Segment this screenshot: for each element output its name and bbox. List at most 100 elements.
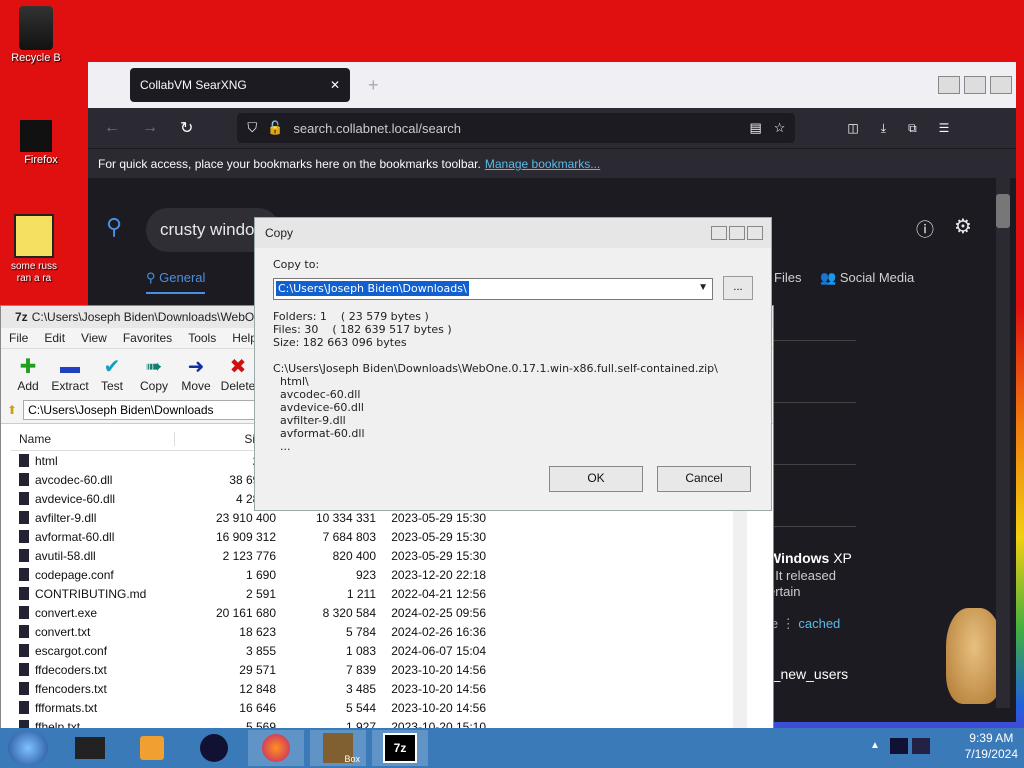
lock-icon: 🔓 — [267, 120, 284, 135]
maximize-icon[interactable] — [964, 76, 986, 94]
taskbar-app-firefox[interactable] — [248, 730, 304, 766]
table-row[interactable]: ffencoders.txt 12 848 3 485 2023-10-20 14:5… — [11, 679, 746, 698]
file-modified: 2023-05-29 15:30 — [391, 529, 486, 544]
file-name: avfilter-9.dll — [35, 510, 97, 525]
destination-combo[interactable]: C:\Users\Joseph Biden\Downloads\ ▼ — [273, 278, 713, 300]
menu-icon[interactable]: ☰ — [939, 121, 950, 135]
close-icon[interactable]: ✕ — [330, 78, 340, 92]
bookmarks-toolbar: For quick access, place your bookmarks h… — [88, 148, 1016, 179]
plus-icon: ✚ — [19, 356, 37, 378]
network-icon[interactable] — [890, 738, 908, 754]
menu-edit[interactable]: Edit — [36, 331, 73, 345]
reader-icon[interactable]: ▤ — [749, 120, 761, 136]
url-bar[interactable]: ⛉ 🔓 search.collabnet.local/search ▤ ☆ — [237, 113, 796, 143]
tab-general[interactable]: ⚲ General — [146, 270, 206, 294]
move-button[interactable]: ➜ Move — [175, 355, 217, 397]
tray-arrow-icon[interactable]: ▲ — [870, 740, 880, 751]
table-row[interactable]: CONTRIBUTING.md 2 591 1 211 2022-04-21 12:5… — [11, 584, 746, 603]
copy-to-label: Copy to: — [273, 258, 320, 271]
desktop-icon-firefox[interactable]: Firefox — [6, 120, 66, 166]
extensions-icon[interactable]: ⧉ — [908, 121, 917, 136]
extract-button[interactable]: ▬ Extract — [49, 355, 91, 397]
file-size: 3 855 — [245, 643, 276, 658]
maximize-icon[interactable] — [729, 226, 745, 240]
table-row[interactable]: codepage.conf 1 690 923 2023-12-20 22:18 — [11, 565, 746, 584]
pocket-icon[interactable]: ◫ — [847, 121, 858, 135]
reload-icon[interactable]: ↻ — [180, 118, 193, 138]
table-row[interactable]: convert.exe 20 161 680 8 320 584 2024-02-25… — [11, 603, 746, 622]
file-packed-size: 5 544 — [345, 700, 376, 715]
file-name: avdevice-60.dll — [35, 491, 116, 506]
table-row[interactable]: escargot.conf 3 855 1 083 2024-06-07 15:04 — [11, 641, 746, 660]
column-size[interactable]: Si — [175, 432, 255, 446]
minimize-icon[interactable] — [938, 76, 960, 94]
menu-file[interactable]: File — [1, 331, 36, 345]
desktop-icon-russian[interactable]: some russ ran a ra — [4, 214, 64, 284]
ok-button[interactable]: OK — [549, 466, 643, 492]
taskbar-app-media[interactable] — [124, 730, 180, 766]
bookmarks-hint: For quick access, place your bookmarks h… — [98, 157, 481, 171]
browser-tab[interactable]: CollabVM SearXNG ✕ — [130, 68, 350, 102]
scrollbar-thumb[interactable] — [996, 194, 1010, 228]
add-button[interactable]: ✚ Add — [7, 355, 49, 397]
copy-button[interactable]: ➠ Copy — [133, 355, 175, 397]
file-name-cell: convert.txt — [11, 625, 179, 639]
forward-icon[interactable]: → — [142, 119, 158, 137]
close-icon[interactable] — [747, 226, 763, 240]
taskbar-app-globe[interactable] — [186, 730, 242, 766]
taskbar-app-7zip[interactable]: 7z — [372, 730, 428, 766]
volume-icon[interactable] — [912, 738, 930, 754]
dialog-title: Copy — [265, 226, 294, 240]
table-row[interactable]: ffformats.txt 16 646 5 544 2023-10-20 14:56 — [11, 698, 746, 717]
file-icon — [19, 644, 29, 657]
file-name-cell: avdevice-60.dll — [11, 492, 179, 506]
media-player-icon — [140, 736, 164, 760]
cancel-button[interactable]: Cancel — [657, 466, 751, 492]
table-row[interactable]: convert.txt 18 623 5 784 2024-02-26 16:36 — [11, 622, 746, 641]
tab-files[interactable]: Files — [774, 270, 801, 285]
taskbar: Box 7z ▲ 9:39 AM 7/19/2024 — [0, 728, 1024, 768]
tab-social-media[interactable]: 👥 Social Media — [820, 270, 914, 286]
delete-button[interactable]: ✖ Delete — [217, 355, 259, 397]
file-name-cell: avfilter-9.dll — [11, 511, 179, 525]
menu-view[interactable]: View — [73, 331, 115, 345]
firefox-icon — [20, 120, 52, 152]
table-row[interactable]: avformat-60.dll 16 909 312 7 684 803 2023-0… — [11, 527, 746, 546]
navigation-bar: ← → ↻ ⛉ 🔓 search.collabnet.local/search … — [88, 108, 1016, 148]
minimize-icon[interactable] — [711, 226, 727, 240]
page-scrollbar[interactable] — [996, 178, 1010, 708]
recycle-bin-icon — [19, 6, 53, 50]
table-row[interactable]: ffdecoders.txt 29 571 7 839 2023-10-20 14:5… — [11, 660, 746, 679]
taskbar-app-box[interactable]: Box — [310, 730, 366, 766]
back-icon[interactable]: ← — [104, 119, 120, 137]
menu-favorites[interactable]: Favorites — [115, 331, 180, 345]
menu-tools[interactable]: Tools — [180, 331, 224, 345]
clock[interactable]: 9:39 AM 7/19/2024 — [965, 730, 1018, 762]
result-bottom[interactable]: r_new_users — [768, 666, 848, 682]
file-modified: 2023-05-29 15:30 — [391, 548, 486, 563]
file-name-cell: html — [11, 454, 179, 468]
info-icon[interactable]: ⓘ — [916, 216, 934, 242]
star-icon[interactable]: ☆ — [774, 120, 786, 136]
new-tab-icon[interactable]: + — [368, 75, 379, 96]
gear-icon[interactable]: ⚙ — [954, 214, 972, 239]
tab-title: CollabVM SearXNG — [140, 78, 247, 92]
desktop-icon-recycle-bin[interactable]: Recycle B — [6, 6, 66, 64]
start-button[interactable] — [8, 730, 48, 766]
people-icon: 👥 — [820, 270, 840, 285]
test-button[interactable]: ✔ Test — [91, 355, 133, 397]
column-name[interactable]: Name — [11, 432, 175, 446]
cached-link[interactable]: cached — [798, 616, 840, 631]
file-icon — [19, 549, 29, 562]
folder-up-icon[interactable]: ⬆ — [7, 403, 17, 417]
result-title[interactable]: Windows XP — [768, 550, 852, 566]
browse-button[interactable]: ... — [723, 276, 753, 300]
search-icon[interactable]: ⚲ — [106, 214, 122, 240]
table-row[interactable]: avutil-58.dll 2 123 776 820 400 2023-05-29 … — [11, 546, 746, 565]
file-size: 12 848 — [239, 681, 276, 696]
close-window-icon[interactable] — [990, 76, 1012, 94]
taskbar-app-terminal[interactable] — [62, 730, 118, 766]
chevron-down-icon[interactable]: ▼ — [698, 282, 708, 293]
download-icon[interactable]: ⤓ — [881, 121, 886, 136]
manage-bookmarks-link[interactable]: Manage bookmarks... — [485, 157, 600, 171]
